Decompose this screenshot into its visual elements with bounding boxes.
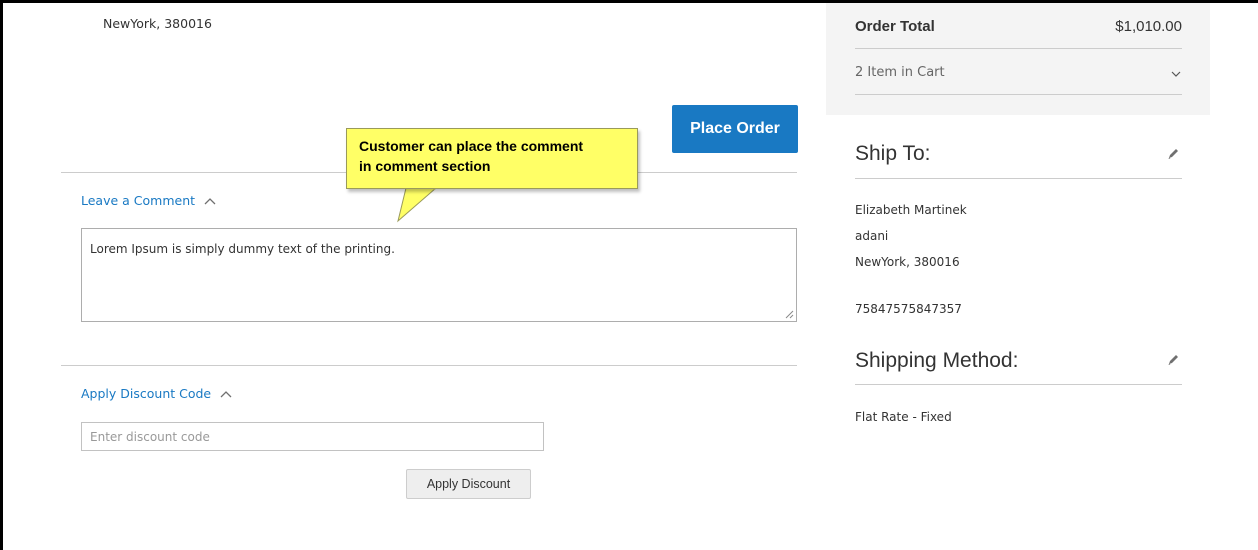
ship-to-title: Ship To: <box>855 142 931 165</box>
order-total-label: Order Total <box>855 18 935 35</box>
ship-to-phone: 75847575847357 <box>855 302 962 316</box>
chevron-up-icon <box>220 390 232 397</box>
annotation-callout: Customer can place the comment in commen… <box>346 128 638 189</box>
chevron-down-icon[interactable] <box>1170 70 1182 78</box>
ship-to-street: adani <box>855 229 889 243</box>
divider <box>855 94 1182 95</box>
apply-discount-label: Apply Discount Code <box>81 386 212 401</box>
frame-left-border <box>0 0 3 550</box>
leave-comment-toggle[interactable]: Leave a Comment <box>81 193 217 208</box>
resize-grip-icon[interactable] <box>785 310 794 319</box>
place-order-button[interactable]: Place Order <box>672 105 798 153</box>
chevron-up-icon <box>204 197 216 204</box>
pencil-icon[interactable] <box>1166 147 1180 161</box>
divider <box>855 178 1182 179</box>
order-total-value: $1,010.00 <box>1115 18 1182 35</box>
divider <box>855 384 1182 385</box>
billing-address-city-line: NewYork, 380016 <box>103 16 212 31</box>
callout-pointer <box>397 188 437 223</box>
shipping-method-title: Shipping Method: <box>855 349 1019 372</box>
shipping-method-value: Flat Rate - Fixed <box>855 410 952 424</box>
ship-to-city-zip: NewYork, 380016 <box>855 255 960 269</box>
comment-textarea[interactable]: Lorem Ipsum is simply dummy text of the … <box>81 228 797 322</box>
items-in-cart-toggle[interactable]: 2 Item in Cart <box>855 65 945 80</box>
callout-line-1: Customer can place the comment <box>359 138 584 154</box>
apply-discount-toggle[interactable]: Apply Discount Code <box>81 386 233 401</box>
ship-to-name: Elizabeth Martinek <box>855 203 967 217</box>
comment-text: Lorem Ipsum is simply dummy text of the … <box>90 242 395 256</box>
discount-code-input[interactable]: Enter discount code <box>81 422 544 451</box>
leave-comment-label: Leave a Comment <box>81 193 196 208</box>
callout-line-2: in comment section <box>359 158 491 174</box>
divider <box>61 365 797 366</box>
pencil-icon[interactable] <box>1166 353 1180 367</box>
divider <box>855 48 1182 49</box>
apply-discount-button[interactable]: Apply Discount <box>406 469 531 499</box>
discount-code-placeholder: Enter discount code <box>90 429 210 444</box>
